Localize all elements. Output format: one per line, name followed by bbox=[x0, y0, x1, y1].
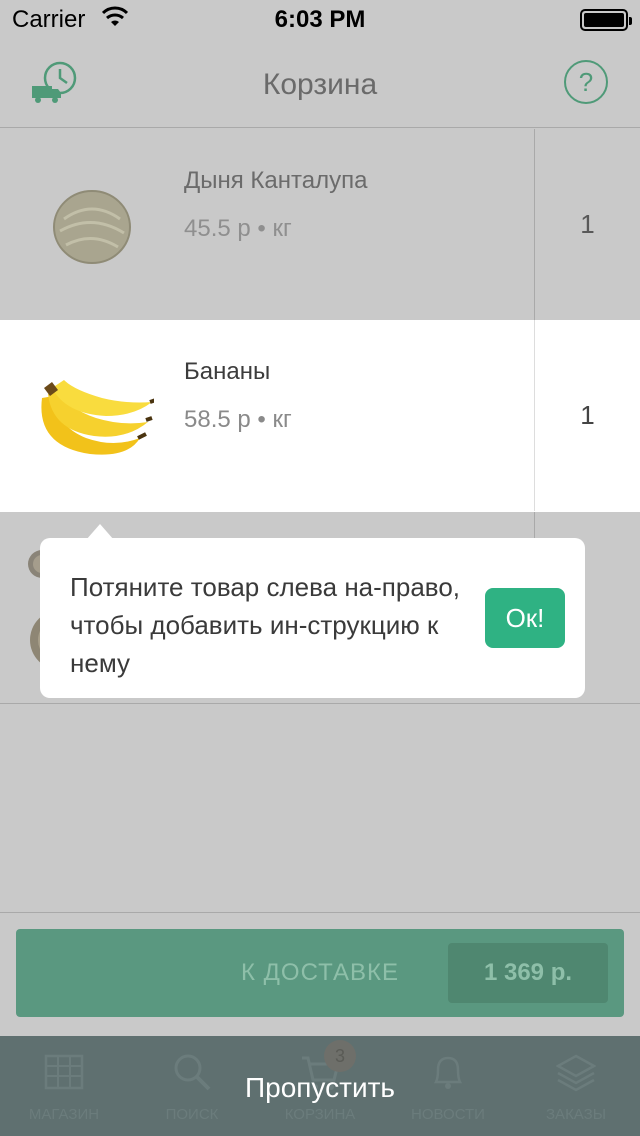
status-bar: Carrier 6:03 PM bbox=[0, 0, 640, 40]
nav-bar: Корзина ? bbox=[0, 40, 640, 128]
banana-icon bbox=[41, 380, 154, 455]
quantity-cell[interactable] bbox=[534, 512, 640, 538]
item-quantity: 1 bbox=[580, 209, 595, 239]
onboarding-tooltip: Потяните товар слева на-право, чтобы доб… bbox=[40, 538, 585, 698]
cart-total: 1 369 р. bbox=[448, 943, 608, 1003]
ok-button[interactable]: Ок! bbox=[485, 588, 565, 648]
clock: 6:03 PM bbox=[274, 6, 366, 33]
item-price: 45.5 р • кг bbox=[184, 215, 292, 242]
checkout-button[interactable]: К ДОСТАВКЕ 1 369 р. bbox=[16, 929, 624, 1017]
help-button[interactable]: ? bbox=[564, 60, 608, 104]
skip-button[interactable]: Пропустить bbox=[0, 1036, 640, 1136]
battery-icon bbox=[580, 9, 632, 31]
item-price: 58.5 р • кг bbox=[184, 406, 292, 433]
quantity-cell[interactable]: 1 bbox=[534, 129, 640, 320]
tooltip-message: Потяните товар слева на-право, чтобы доб… bbox=[70, 572, 460, 678]
item-name: Бананы bbox=[184, 358, 271, 385]
page-title: Корзина bbox=[262, 68, 378, 101]
cart-item-highlighted[interactable]: Бананы 58.5 р • кг 1 bbox=[0, 320, 640, 512]
item-quantity: 1 bbox=[580, 400, 595, 430]
quantity-cell[interactable]: 1 bbox=[534, 320, 640, 511]
cantaloupe-icon bbox=[53, 190, 131, 264]
cart-item[interactable]: Дыня Канталупа 45.5 р • кг 1 bbox=[0, 129, 640, 321]
item-name: Дыня Канталупа bbox=[184, 167, 368, 194]
checkout-area: К ДОСТАВКЕ 1 369 р. bbox=[0, 912, 640, 1036]
